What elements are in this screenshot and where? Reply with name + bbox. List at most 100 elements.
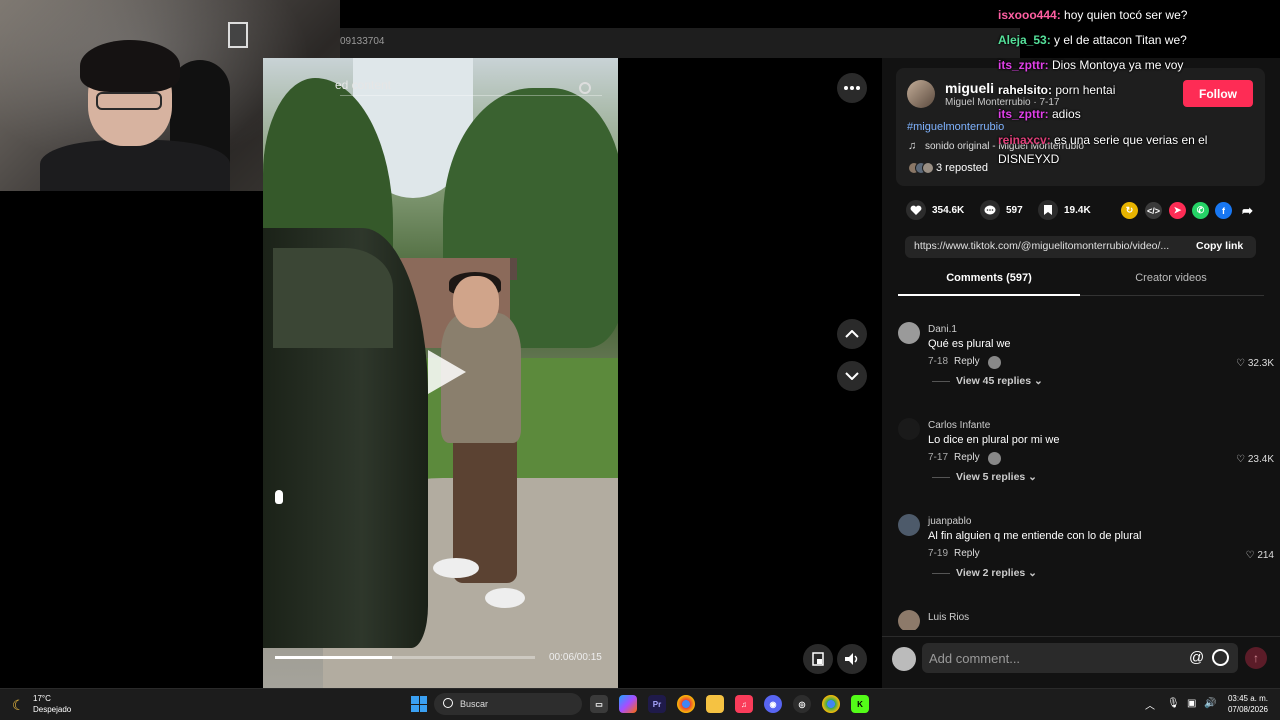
view-replies-label: View 5 replies (956, 471, 1026, 483)
share-icon[interactable]: ➦ (1239, 202, 1256, 219)
creator-avatar-icon (988, 452, 1001, 465)
copilot-icon[interactable] (619, 695, 637, 713)
more-options-button[interactable] (837, 73, 867, 103)
avatar[interactable] (898, 610, 920, 632)
mention-icon[interactable]: @ (1189, 649, 1204, 666)
taskbar-search[interactable] (434, 693, 582, 715)
previous-video-button[interactable] (837, 319, 867, 349)
clock-time[interactable]: 03:45 a. m. (1222, 694, 1274, 703)
chat-text: adios (1048, 107, 1081, 121)
address-bar-text: 09133704 (340, 36, 385, 47)
replies-line (932, 477, 950, 478)
comment-item: juanpablo Al fin alguien q me entiende c… (898, 514, 1278, 610)
bookmark-icon (1044, 205, 1052, 215)
search-icon[interactable] (579, 82, 591, 94)
avatar[interactable] (898, 514, 920, 536)
username[interactable]: migueli (945, 80, 994, 96)
chat-username: its_zpttr: (998, 58, 1049, 72)
progress-fill (275, 656, 392, 659)
save-button[interactable] (1038, 200, 1058, 220)
comment-likes[interactable]: ♡ 23.4K (1236, 454, 1274, 465)
view-replies-button[interactable]: View 5 replies ⌄ (956, 471, 1037, 483)
avatar[interactable] (907, 80, 935, 108)
comment-item: Luis Rios (898, 610, 1278, 632)
weather-temperature[interactable]: 17°C (33, 694, 51, 703)
reply-button[interactable]: Reply (954, 452, 980, 463)
comment-text: Al fin alguien q me entiende con lo de p… (928, 530, 1142, 542)
chrome-icon[interactable] (677, 695, 695, 713)
chat-text: hoy quien tocó ser we? (1060, 8, 1188, 22)
comment-likes[interactable]: ♡ 214 (1246, 550, 1274, 561)
clock-date[interactable]: 07/08/2026 (1222, 705, 1274, 714)
comment-author[interactable]: juanpablo (928, 516, 971, 527)
chat-text: DISNEYXD (998, 152, 1060, 166)
more-icon (844, 86, 860, 90)
reply-button[interactable]: Reply (954, 356, 980, 367)
view-replies-button[interactable]: View 45 replies ⌄ (956, 375, 1043, 387)
discord-icon[interactable]: ◉ (764, 695, 782, 713)
comment-item: Dani.1 Qué es plural we 7-18 Reply ♡ 32.… (898, 322, 1278, 418)
premiere-icon[interactable]: Pr (648, 695, 666, 713)
comment-text: Lo dice en plural por mi we (928, 434, 1060, 446)
music-icon[interactable]: ♫ (735, 695, 753, 713)
whatsapp-icon[interactable]: ✆ (1192, 202, 1209, 219)
progress-bar[interactable] (275, 656, 535, 659)
mouse-cursor (275, 490, 283, 504)
chat-username: rahelsito: (998, 83, 1053, 97)
speaker-icon[interactable]: 🔊 (1204, 698, 1216, 710)
repost-count[interactable]: 3 reposted (936, 162, 988, 174)
network-icon[interactable]: ▣ (1187, 698, 1199, 710)
address-bar[interactable] (320, 28, 1020, 58)
creator-avatar-icon (988, 356, 1001, 369)
facebook-icon[interactable]: f (1215, 202, 1232, 219)
comment-author[interactable]: Luis Rios (928, 612, 969, 623)
hashtag-link[interactable]: #miguelmonterrubio (907, 121, 1004, 133)
chrome-alt-icon[interactable] (822, 695, 840, 713)
kick-icon[interactable]: K (851, 695, 869, 713)
like-button[interactable] (906, 200, 926, 220)
tab-comments[interactable]: Comments (597) (898, 272, 1080, 284)
chevron-up-icon[interactable]: ︿ (1145, 697, 1155, 712)
comment-author[interactable]: Dani.1 (928, 324, 957, 335)
microphone-icon[interactable]: 🎙 (1167, 698, 1180, 710)
mini-player-icon (812, 652, 824, 666)
chat-message: reinaxcv: es una serie que verias en el (998, 133, 1207, 147)
taskbar-search-label: Buscar (460, 699, 489, 709)
view-replies-label: View 2 replies (956, 567, 1026, 579)
avatar[interactable] (898, 322, 920, 344)
save-count: 19.4K (1064, 205, 1091, 216)
chat-message: Aleja_53: y el de attacon Titan we? (998, 33, 1187, 47)
view-replies-button[interactable]: View 2 replies ⌄ (956, 567, 1037, 579)
obs-icon[interactable]: ◎ (793, 695, 811, 713)
chevron-down-icon (845, 372, 859, 380)
tab-creator-videos[interactable]: Creator videos (1080, 272, 1262, 284)
comment-author[interactable]: Carlos Infante (928, 420, 990, 431)
volume-button[interactable] (837, 644, 867, 674)
copy-link-button[interactable]: Copy link (1196, 240, 1243, 252)
weather-description[interactable]: Despejado (33, 705, 71, 714)
comment-likes[interactable]: ♡ 32.3K (1236, 358, 1274, 369)
send-icon[interactable]: ➤ (1169, 202, 1186, 219)
comment-button[interactable] (980, 200, 1000, 220)
play-icon[interactable] (428, 350, 466, 394)
avatar[interactable] (898, 418, 920, 440)
comment-text: Qué es plural we (928, 338, 1011, 350)
windows-start-icon[interactable] (411, 696, 427, 712)
next-video-button[interactable] (837, 361, 867, 391)
emoji-icon[interactable] (1212, 649, 1229, 666)
video-link[interactable]: https://www.tiktok.com/@miguelitomonterr… (914, 240, 1169, 252)
chat-username: its_zpttr: (998, 107, 1049, 121)
video-player[interactable]: ed content 00:06/00:15 (263, 58, 618, 688)
floating-player-button[interactable] (803, 644, 833, 674)
task-view-icon[interactable]: ▭ (590, 695, 608, 713)
embed-icon[interactable]: </> (1145, 202, 1162, 219)
like-count: 354.6K (932, 205, 965, 216)
comment-date: 7-17 (928, 452, 949, 463)
repost-icon[interactable]: ↻ (1121, 202, 1138, 219)
reply-button[interactable]: Reply (954, 548, 980, 559)
comment-like-count: 23.4K (1247, 454, 1274, 465)
comment-like-count: 32.3K (1247, 358, 1274, 369)
folder-icon[interactable] (706, 695, 724, 713)
moon-icon[interactable]: ☾ (12, 697, 25, 714)
post-comment-button[interactable]: ↑ (1245, 647, 1267, 669)
